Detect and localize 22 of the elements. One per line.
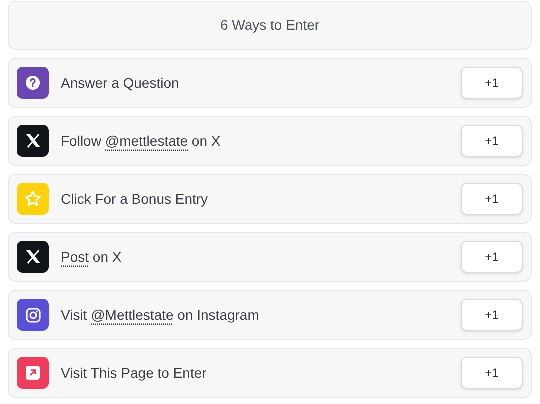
entry-label: Answer a Question <box>61 74 180 93</box>
profile-link[interactable]: @Mettlestate <box>91 306 174 322</box>
entry-label: Visit This Page to Enter <box>61 364 207 383</box>
points-button[interactable]: +1 <box>461 299 523 331</box>
entry-label: Follow @mettlestate on X <box>61 132 221 150</box>
points-button[interactable]: +1 <box>461 357 523 389</box>
profile-link[interactable]: Post <box>61 248 90 264</box>
x-logo-icon <box>26 134 40 148</box>
points-button[interactable]: +1 <box>461 183 523 215</box>
x-logo-icon <box>26 250 40 264</box>
external-link-icon <box>26 366 40 380</box>
points-button[interactable]: +1 <box>461 241 523 273</box>
question-icon <box>26 76 40 90</box>
profile-link[interactable]: @mettlestate <box>105 132 188 148</box>
star-icon <box>24 190 42 208</box>
entry-label: Visit @Mettlestate on Instagram <box>61 306 260 325</box>
points-button[interactable]: +1 <box>461 67 523 99</box>
points-button[interactable]: +1 <box>461 125 523 157</box>
entry-label: Post on X <box>61 248 122 266</box>
header-title: 6 Ways to Enter <box>220 16 320 35</box>
instagram-icon <box>26 308 40 322</box>
entry-label: Click For a Bonus Entry <box>61 190 208 209</box>
